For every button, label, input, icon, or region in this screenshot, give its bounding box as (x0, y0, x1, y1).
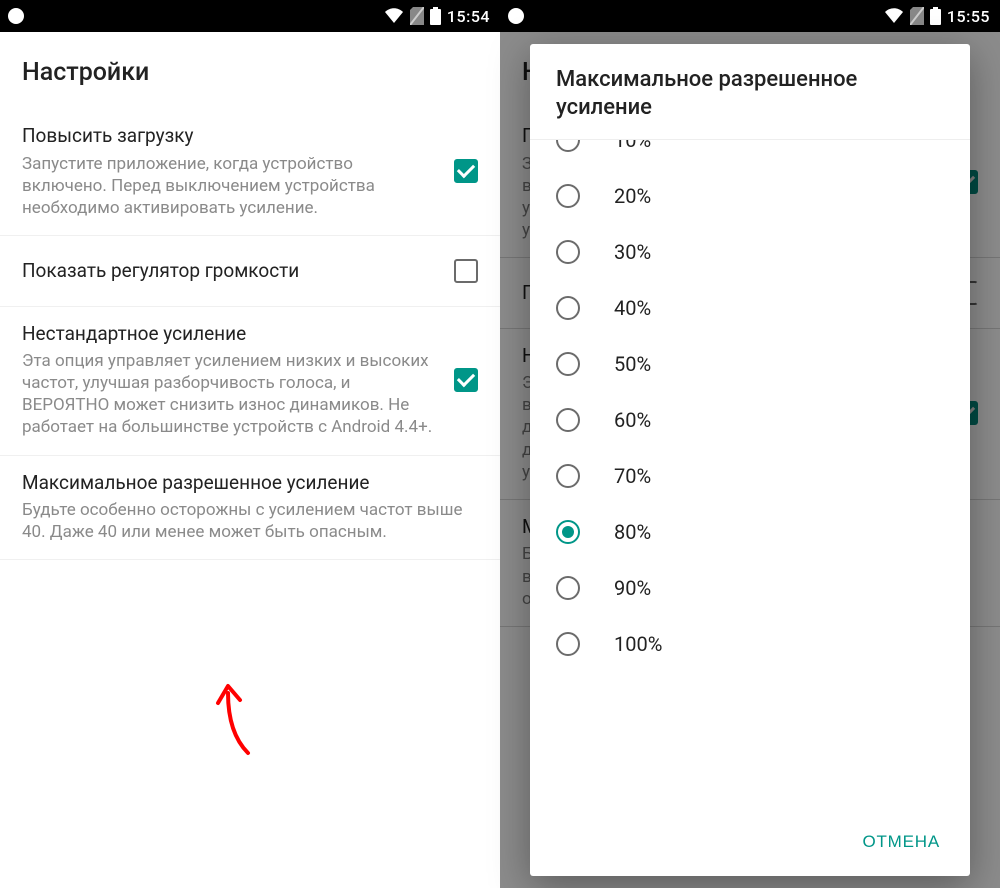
status-bar: 15:55 (500, 0, 1000, 32)
status-right: 15:55 (884, 7, 990, 26)
radio-option-10[interactable]: 10% (530, 139, 970, 168)
dialog-actions: ОТМЕНА (530, 812, 970, 876)
radio-option-20[interactable]: 20% (530, 168, 970, 224)
battery-icon (430, 7, 441, 25)
annotation-arrow-icon (208, 678, 268, 758)
radio-option-80[interactable]: 80% (530, 504, 970, 560)
radio-icon (556, 520, 580, 544)
radio-option-30[interactable]: 30% (530, 224, 970, 280)
wifi-icon (384, 8, 404, 24)
no-sim-icon (910, 7, 924, 25)
radio-label: 10% (614, 139, 651, 152)
status-right: 15:54 (384, 7, 490, 26)
max-gain-dialog: Максимальное разрешенное усиление 10% 20… (530, 44, 970, 876)
status-left (8, 8, 24, 24)
setting-show-volume[interactable]: Показать регулятор громкости (0, 236, 500, 307)
checkbox-boost-boot[interactable] (454, 159, 478, 183)
setting-desc: Запустите приложение, когда устройство в… (22, 153, 438, 219)
setting-texts: Повысить загрузку Запустите приложение, … (22, 123, 438, 219)
phone-right: 15:55 Н П Звуу П Н Эвдду М Бво (500, 0, 1000, 888)
status-left (508, 8, 524, 24)
setting-desc: Будьте особенно осторожны с усилением ча… (22, 499, 478, 543)
radio-label: 60% (614, 408, 651, 432)
radio-option-40[interactable]: 40% (530, 280, 970, 336)
radio-label: 40% (614, 296, 651, 320)
setting-title: Показать регулятор громкости (22, 258, 438, 284)
radio-label: 80% (614, 520, 651, 544)
setting-title: Повысить загрузку (22, 123, 438, 149)
radio-icon (556, 576, 580, 600)
radio-label: 50% (614, 352, 651, 376)
page-title: Настройки (0, 32, 500, 109)
radio-icon (556, 184, 580, 208)
radio-icon (556, 240, 580, 264)
radio-icon (556, 296, 580, 320)
status-time: 15:55 (947, 7, 990, 26)
radio-option-70[interactable]: 70% (530, 448, 970, 504)
status-bar: 15:54 (0, 0, 500, 32)
settings-content: Настройки Повысить загрузку Запустите пр… (0, 32, 500, 560)
radio-label: 70% (614, 464, 651, 488)
setting-custom-gain[interactable]: Нестандартное усиление Эта опция управля… (0, 307, 500, 456)
phone-left: 15:54 Настройки Повысить загрузку Запуст… (0, 0, 500, 888)
radio-icon (556, 632, 580, 656)
setting-title: Нестандартное усиление (22, 321, 438, 347)
notification-dot-icon (8, 8, 24, 24)
setting-texts: Показать регулятор громкости (22, 258, 438, 284)
radio-icon (556, 408, 580, 432)
battery-icon (930, 7, 941, 25)
radio-option-100[interactable]: 100% (530, 616, 970, 672)
cancel-button[interactable]: ОТМЕНА (850, 822, 952, 862)
dialog-option-list: 10% 20% 30% 40% 50% 60% (530, 139, 970, 812)
radio-icon (556, 352, 580, 376)
radio-icon (556, 464, 580, 488)
radio-option-90[interactable]: 90% (530, 560, 970, 616)
notification-dot-icon (508, 8, 524, 24)
checkbox-show-volume[interactable] (454, 259, 478, 283)
checkbox-custom-gain[interactable] (454, 368, 478, 392)
radio-label: 90% (614, 576, 651, 600)
radio-icon (556, 139, 580, 152)
radio-label: 100% (614, 632, 662, 656)
setting-texts: Максимальное разрешенное усиление Будьте… (22, 470, 478, 544)
setting-boost-boot[interactable]: Повысить загрузку Запустите приложение, … (0, 109, 500, 236)
setting-max-gain[interactable]: Максимальное разрешенное усиление Будьте… (0, 456, 500, 561)
no-sim-icon (410, 7, 424, 25)
radio-label: 20% (614, 184, 651, 208)
dialog-title: Максимальное разрешенное усиление (530, 44, 970, 139)
setting-title: Максимальное разрешенное усиление (22, 470, 478, 496)
wifi-icon (884, 8, 904, 24)
radio-option-60[interactable]: 60% (530, 392, 970, 448)
setting-desc: Эта опция управляет усилением низких и в… (22, 350, 438, 438)
status-time: 15:54 (447, 7, 490, 26)
radio-option-50[interactable]: 50% (530, 336, 970, 392)
setting-texts: Нестандартное усиление Эта опция управля… (22, 321, 438, 439)
radio-label: 30% (614, 240, 651, 264)
